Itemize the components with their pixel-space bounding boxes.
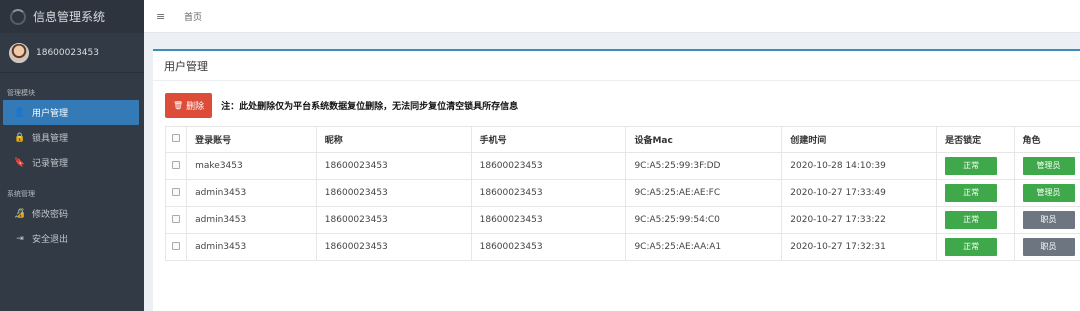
cell-nickname: 18600023453 [315,233,472,261]
table-row: admin3453 18600023453 18600023453 9C:A5:… [164,233,1080,261]
cell-phone: 18600023453 [470,152,627,180]
avatar [9,42,29,63]
user-icon: 👤 [14,107,26,118]
cell-phone: 18600023453 [470,179,627,207]
cell-nickname: 18600023453 [315,152,472,180]
sidebar-item-records[interactable]: 🔖 记录管理 [0,150,144,175]
top-bar: ≡ 首页 [144,0,1080,33]
cell-phone: 18600023453 [470,206,627,234]
lock-icon: 🔒 [14,132,26,143]
cell-created: 2020-10-27 17:33:49 [781,179,938,207]
cell-created: 2020-10-27 17:33:22 [781,206,938,234]
user-panel: 18600023453 [0,33,144,73]
cell-nickname: 18600023453 [315,179,472,207]
column-header-role: 角色 [1013,126,1080,153]
user-name: 18600023453 [36,47,99,58]
cell-account: admin3453 [186,233,317,261]
cell-created: 2020-10-27 17:32:31 [781,233,938,261]
row-checkbox[interactable] [172,187,180,196]
row-checkbox[interactable] [172,241,180,250]
row-select-cell [164,179,188,207]
app-title: 信息管理系统 [33,10,106,24]
sidebar-item-label: 用户管理 [32,109,69,119]
delete-note: 注：此处删除仅为平台系统数据复位删除，无法同步复位清空锁具所存信息 [221,102,519,112]
toolbar: 🗑 删除 注：此处删除仅为平台系统数据复位删除，无法同步复位清空锁具所存信息 [153,93,1080,118]
table-row: make3453 18600023453 18600023453 9C:A5:2… [164,152,1080,180]
role-button[interactable]: 职员 [1022,238,1075,256]
table-row: admin3453 18600023453 18600023453 9C:A5:… [164,179,1080,207]
bookmark-icon: 🔖 [14,157,26,168]
cell-locked: 正常 [936,233,1015,261]
sidebar-item-label: 修改密码 [32,210,69,220]
column-header-locked: 是否锁定 [936,126,1015,153]
cell-locked: 正常 [936,179,1015,207]
select-all-cell [164,126,188,153]
key-icon: 🔏 [14,208,26,219]
sidebar-item-label: 锁具管理 [32,134,69,144]
role-button[interactable]: 职员 [1022,211,1075,229]
role-button[interactable]: 管理员 [1022,157,1075,175]
sidebar-item-label: 安全退出 [32,235,69,245]
logo-icon [10,8,26,25]
lock-status-button[interactable]: 正常 [945,157,998,175]
column-header-mac: 设备Mac [625,126,783,153]
delete-label: 删除 [186,102,205,112]
cell-mac: 9C:A5:25:99:54:C0 [625,206,783,234]
select-all-checkbox[interactable] [172,134,180,142]
role-button[interactable]: 管理员 [1022,184,1075,202]
cell-role: 管理员 [1013,152,1080,180]
cell-mac: 9C:A5:25:AE:AA:A1 [625,233,783,261]
lock-status-button[interactable]: 正常 [945,184,998,202]
cell-created: 2020-10-28 14:10:39 [781,152,938,180]
cell-role: 职员 [1013,206,1080,234]
row-select-cell [164,233,188,261]
brand: 信息管理系统 [0,0,144,33]
cell-locked: 正常 [936,206,1015,234]
cell-account: make3453 [186,152,317,180]
sidebar-item-label: 记录管理 [32,159,69,169]
trash-icon: 🗑 [173,101,184,110]
column-header-phone: 手机号 [470,126,627,153]
users-table: 登录账号 昵称 手机号 设备Mac 创建时间 是否锁定 角色 make3453 … [164,126,1080,261]
tab-home[interactable]: 首页 [184,10,202,23]
cell-mac: 9C:A5:25:AE:AE:FC [625,179,783,207]
cell-role: 管理员 [1013,179,1080,207]
table-header-row: 登录账号 昵称 手机号 设备Mac 创建时间 是否锁定 角色 [164,126,1080,153]
delete-button[interactable]: 🗑 删除 [165,93,213,118]
sidebar-item-logout[interactable]: ⇥ 安全退出 [0,226,144,251]
column-header-nickname: 昵称 [315,126,472,153]
cell-locked: 正常 [936,152,1015,180]
sidebar-item-users[interactable]: 👤 用户管理 [3,100,139,125]
row-checkbox[interactable] [172,160,180,169]
column-header-account: 登录账号 [186,126,317,153]
cell-role: 职员 [1013,233,1080,261]
row-select-cell [164,206,188,234]
cell-account: admin3453 [186,206,317,234]
cell-phone: 18600023453 [470,233,627,261]
column-header-created: 创建时间 [781,126,938,153]
sidebar-item-change-password[interactable]: 🔏 修改密码 [0,201,144,226]
cell-account: admin3453 [186,179,317,207]
menu-toggle-icon[interactable]: ≡ [156,10,168,23]
row-checkbox[interactable] [172,214,180,223]
sidebar-section-manage: 管理模块 [7,89,35,97]
row-select-cell [164,152,188,180]
lock-status-button[interactable]: 正常 [945,211,998,229]
content-panel: 用户管理 🗑 删除 注：此处删除仅为平台系统数据复位删除，无法同步复位清空锁具所… [153,49,1080,311]
table-row: admin3453 18600023453 18600023453 9C:A5:… [164,206,1080,234]
cell-mac: 9C:A5:25:99:3F:DD [625,152,783,180]
sidebar-item-locks[interactable]: 🔒 锁具管理 [0,125,144,150]
sidebar: 信息管理系统 18600023453 管理模块 👤 用户管理 🔒 锁具管理 🔖 … [0,0,144,311]
page-title: 用户管理 [153,51,1080,81]
lock-status-button[interactable]: 正常 [945,238,998,256]
sign-out-icon: ⇥ [16,233,24,244]
sidebar-section-system: 系统管理 [7,190,35,198]
cell-nickname: 18600023453 [315,206,472,234]
